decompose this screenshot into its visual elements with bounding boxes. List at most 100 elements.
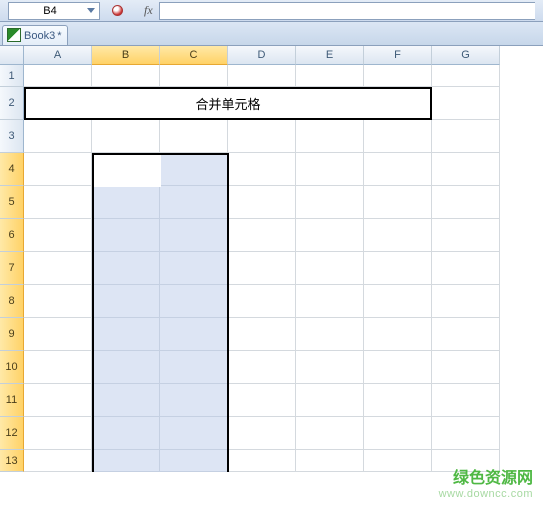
cell[interactable] bbox=[296, 153, 364, 186]
column-header[interactable]: B bbox=[92, 46, 160, 65]
cell[interactable] bbox=[296, 351, 364, 384]
cell[interactable] bbox=[228, 351, 296, 384]
cell[interactable] bbox=[24, 120, 92, 153]
cell[interactable] bbox=[364, 384, 432, 417]
cell[interactable] bbox=[160, 351, 228, 384]
cell[interactable] bbox=[160, 318, 228, 351]
cell[interactable] bbox=[364, 285, 432, 318]
row-header[interactable]: 3 bbox=[0, 120, 24, 153]
cell[interactable] bbox=[24, 351, 92, 384]
row-header[interactable]: 5 bbox=[0, 186, 24, 219]
cell[interactable] bbox=[24, 186, 92, 219]
cell[interactable] bbox=[432, 351, 500, 384]
row-header[interactable]: 10 bbox=[0, 351, 24, 384]
cell[interactable] bbox=[364, 65, 432, 87]
cell[interactable] bbox=[432, 285, 500, 318]
cell[interactable] bbox=[92, 285, 160, 318]
merged-cell[interactable]: 合并单元格 bbox=[24, 87, 432, 120]
name-box[interactable]: B4 bbox=[8, 2, 100, 20]
cell[interactable] bbox=[432, 450, 500, 472]
cell[interactable] bbox=[432, 252, 500, 285]
cell[interactable] bbox=[24, 384, 92, 417]
cell[interactable] bbox=[228, 252, 296, 285]
cell[interactable] bbox=[24, 252, 92, 285]
cell[interactable] bbox=[296, 186, 364, 219]
row-header[interactable]: 2 bbox=[0, 87, 24, 120]
cell[interactable] bbox=[160, 153, 228, 186]
cell[interactable] bbox=[160, 186, 228, 219]
cell[interactable] bbox=[432, 417, 500, 450]
cell[interactable] bbox=[296, 252, 364, 285]
cell[interactable] bbox=[364, 219, 432, 252]
row-header[interactable]: 9 bbox=[0, 318, 24, 351]
cell[interactable] bbox=[92, 219, 160, 252]
cell[interactable] bbox=[160, 417, 228, 450]
cell[interactable] bbox=[160, 120, 228, 153]
cell[interactable] bbox=[92, 186, 160, 219]
column-header[interactable]: E bbox=[296, 46, 364, 65]
cell[interactable] bbox=[432, 87, 500, 120]
cell[interactable] bbox=[364, 351, 432, 384]
cell[interactable] bbox=[296, 417, 364, 450]
cell[interactable] bbox=[228, 153, 296, 186]
column-header[interactable]: G bbox=[432, 46, 500, 65]
row-header[interactable]: 12 bbox=[0, 417, 24, 450]
cell[interactable] bbox=[228, 384, 296, 417]
cell[interactable] bbox=[364, 120, 432, 153]
chevron-down-icon[interactable] bbox=[87, 8, 95, 13]
cell[interactable] bbox=[432, 120, 500, 153]
cell[interactable] bbox=[228, 65, 296, 87]
row-header[interactable]: 7 bbox=[0, 252, 24, 285]
cell[interactable] bbox=[24, 219, 92, 252]
cell[interactable] bbox=[24, 65, 92, 87]
cell[interactable] bbox=[228, 417, 296, 450]
cell[interactable] bbox=[92, 252, 160, 285]
cell[interactable] bbox=[228, 450, 296, 472]
cell[interactable] bbox=[228, 120, 296, 153]
workbook-tab[interactable]: Book3 * bbox=[2, 25, 68, 45]
row-header[interactable]: 6 bbox=[0, 219, 24, 252]
cell[interactable] bbox=[160, 384, 228, 417]
cell[interactable] bbox=[296, 219, 364, 252]
cell[interactable] bbox=[92, 153, 160, 186]
row-header[interactable]: 11 bbox=[0, 384, 24, 417]
select-all-corner[interactable] bbox=[0, 46, 24, 65]
cell[interactable] bbox=[228, 318, 296, 351]
cell[interactable] bbox=[92, 65, 160, 87]
cell[interactable] bbox=[364, 450, 432, 472]
cell[interactable] bbox=[160, 285, 228, 318]
cell[interactable] bbox=[92, 318, 160, 351]
cell[interactable] bbox=[92, 120, 160, 153]
column-header[interactable]: F bbox=[364, 46, 432, 65]
cell[interactable] bbox=[432, 384, 500, 417]
fx-icon[interactable]: fx bbox=[144, 3, 153, 18]
cell[interactable] bbox=[92, 351, 160, 384]
cell[interactable] bbox=[296, 318, 364, 351]
cell[interactable] bbox=[24, 450, 92, 472]
cell[interactable] bbox=[432, 318, 500, 351]
cell[interactable] bbox=[364, 153, 432, 186]
cell[interactable] bbox=[160, 65, 228, 87]
cell[interactable] bbox=[228, 219, 296, 252]
cell[interactable] bbox=[364, 186, 432, 219]
cell[interactable] bbox=[92, 450, 160, 472]
row-header[interactable]: 8 bbox=[0, 285, 24, 318]
cell[interactable] bbox=[92, 384, 160, 417]
cell[interactable] bbox=[432, 219, 500, 252]
cell[interactable] bbox=[364, 318, 432, 351]
cell[interactable] bbox=[296, 120, 364, 153]
cell[interactable] bbox=[296, 285, 364, 318]
cell[interactable] bbox=[296, 384, 364, 417]
cell[interactable] bbox=[160, 450, 228, 472]
cell[interactable] bbox=[24, 318, 92, 351]
cell[interactable] bbox=[364, 417, 432, 450]
row-header[interactable]: 4 bbox=[0, 153, 24, 186]
column-header[interactable]: A bbox=[24, 46, 92, 65]
formula-input[interactable] bbox=[159, 2, 535, 20]
cell[interactable] bbox=[364, 252, 432, 285]
cell[interactable] bbox=[228, 186, 296, 219]
cell[interactable] bbox=[296, 65, 364, 87]
column-header[interactable]: C bbox=[160, 46, 228, 65]
cell[interactable] bbox=[432, 65, 500, 87]
cell[interactable] bbox=[432, 186, 500, 219]
